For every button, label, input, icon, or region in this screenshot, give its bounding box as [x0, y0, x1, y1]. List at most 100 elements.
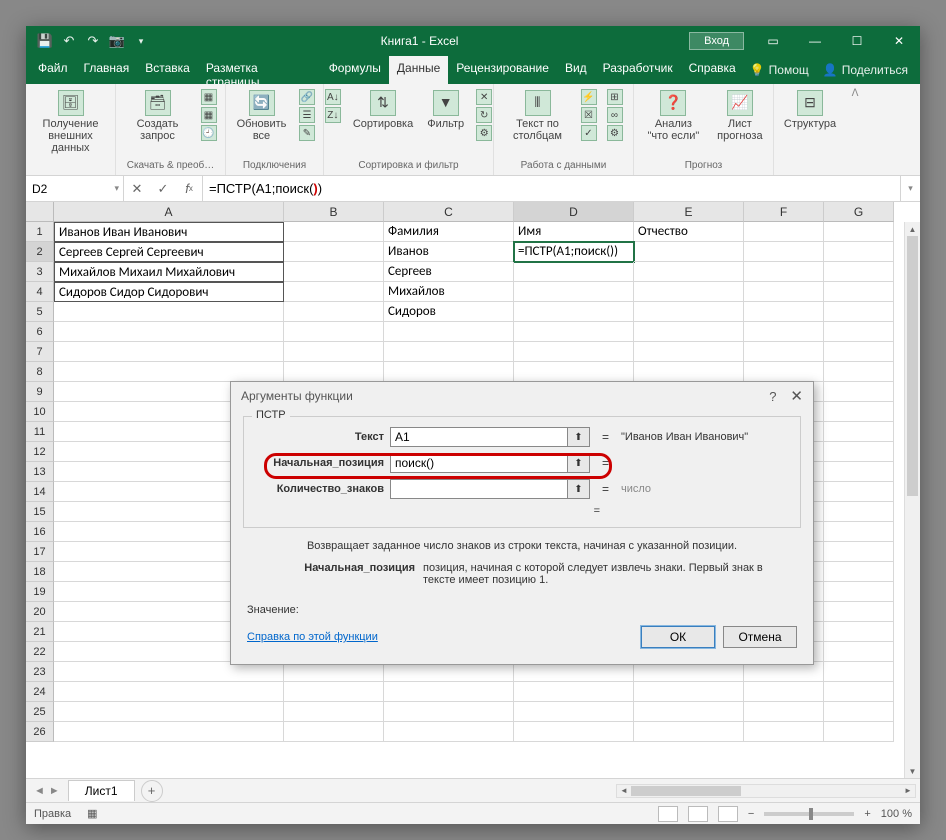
row-header[interactable]: 10 — [26, 402, 54, 422]
tab-data[interactable]: Данные — [389, 56, 448, 84]
row-header[interactable]: 14 — [26, 482, 54, 502]
redo-icon[interactable]: ↷ — [84, 32, 102, 50]
arg1-input[interactable] — [390, 427, 568, 447]
scroll-right-icon[interactable]: ► — [901, 785, 915, 797]
qat-dropdown-icon[interactable]: ▾ — [132, 32, 150, 50]
cell[interactable] — [824, 542, 894, 562]
row-header[interactable]: 9 — [26, 382, 54, 402]
cell[interactable] — [634, 702, 744, 722]
validation-button[interactable]: ✓ — [579, 124, 599, 142]
cell[interactable]: Михайлов Михаил Михайлович — [54, 262, 284, 282]
share-button[interactable]: 👤Поделиться — [815, 56, 916, 84]
column-header[interactable]: A — [54, 202, 284, 222]
sort-az-button[interactable]: A↓ — [323, 88, 343, 106]
cell[interactable] — [634, 342, 744, 362]
row-header[interactable]: 3 — [26, 262, 54, 282]
cell[interactable] — [284, 722, 384, 742]
tab-view[interactable]: Вид — [557, 56, 595, 84]
row-header[interactable]: 23 — [26, 662, 54, 682]
normal-view-button[interactable] — [658, 806, 678, 822]
row-header[interactable]: 4 — [26, 282, 54, 302]
row-header[interactable]: 11 — [26, 422, 54, 442]
cell[interactable] — [744, 322, 824, 342]
arg1-ref-button[interactable]: ⬆ — [568, 427, 590, 447]
cell[interactable] — [284, 262, 384, 282]
consolidate-button[interactable]: ⊞ — [605, 88, 625, 106]
row-header[interactable]: 20 — [26, 602, 54, 622]
row-header[interactable]: 1 — [26, 222, 54, 242]
row-header[interactable]: 16 — [26, 522, 54, 542]
cell[interactable] — [54, 722, 284, 742]
cell[interactable] — [384, 342, 514, 362]
cell[interactable] — [744, 362, 824, 382]
cell[interactable] — [824, 442, 894, 462]
cell[interactable] — [824, 702, 894, 722]
tab-home[interactable]: Главная — [76, 56, 138, 84]
reapply-button[interactable]: ↻ — [474, 106, 494, 124]
what-if-button[interactable]: ❓Анализ "что если" — [640, 88, 707, 144]
column-header[interactable]: C — [384, 202, 514, 222]
cell[interactable]: Иванов Иван Иванович — [54, 222, 284, 242]
cell[interactable] — [824, 682, 894, 702]
column-header[interactable]: B — [284, 202, 384, 222]
cell[interactable] — [54, 682, 284, 702]
cell[interactable] — [384, 722, 514, 742]
row-header[interactable]: 5 — [26, 302, 54, 322]
cell[interactable] — [824, 462, 894, 482]
cell[interactable] — [284, 682, 384, 702]
cell[interactable] — [284, 342, 384, 362]
cell[interactable]: =ПСТР(A1;поиск()) — [514, 242, 634, 262]
save-icon[interactable]: 💾 — [36, 32, 54, 50]
remove-dup-button[interactable]: ☒ — [579, 106, 599, 124]
row-header[interactable]: 7 — [26, 342, 54, 362]
cell[interactable] — [824, 482, 894, 502]
cell[interactable] — [514, 702, 634, 722]
minimize-button[interactable]: — — [794, 26, 836, 56]
cell[interactable] — [744, 302, 824, 322]
cell[interactable] — [284, 222, 384, 242]
cancel-button[interactable]: Отмена — [723, 626, 797, 648]
macro-record-icon[interactable]: ▦ — [87, 807, 97, 820]
cell[interactable] — [744, 682, 824, 702]
cell[interactable]: Сергеев — [384, 262, 514, 282]
add-sheet-button[interactable]: + — [141, 780, 163, 802]
forecast-button[interactable]: 📈Лист прогноза — [713, 88, 767, 144]
cell[interactable]: Иванов — [384, 242, 514, 262]
sort-za-button[interactable]: Z↓ — [323, 106, 343, 124]
fx-button[interactable]: fx — [176, 181, 202, 196]
column-header[interactable]: D — [514, 202, 634, 222]
clear-filter-button[interactable]: ✕ — [474, 88, 494, 106]
tab-layout[interactable]: Разметка страницы — [198, 56, 321, 84]
cell[interactable] — [744, 282, 824, 302]
zoom-slider[interactable] — [764, 812, 854, 816]
row-header[interactable]: 8 — [26, 362, 54, 382]
column-header[interactable]: E — [634, 202, 744, 222]
row-header[interactable]: 2 — [26, 242, 54, 262]
cell[interactable] — [634, 662, 744, 682]
cell[interactable] — [284, 662, 384, 682]
tell-me[interactable]: 💡Помощ — [744, 56, 815, 84]
cell[interactable] — [824, 282, 894, 302]
arg2-ref-button[interactable]: ⬆ — [568, 453, 590, 473]
column-header[interactable]: G — [824, 202, 894, 222]
tab-developer[interactable]: Разработчик — [595, 56, 681, 84]
cell[interactable] — [634, 242, 744, 262]
cell[interactable] — [284, 282, 384, 302]
cell[interactable] — [824, 502, 894, 522]
refresh-all-button[interactable]: 🔄Обновить все — [232, 88, 291, 144]
cell[interactable] — [634, 682, 744, 702]
cell[interactable] — [284, 322, 384, 342]
cell[interactable] — [824, 642, 894, 662]
cell[interactable] — [824, 722, 894, 742]
cell[interactable] — [384, 322, 514, 342]
outline-button[interactable]: ⊟Структура — [780, 88, 840, 132]
cell[interactable]: Имя — [514, 222, 634, 242]
zoom-level[interactable]: 100 % — [881, 808, 912, 820]
cell[interactable] — [54, 302, 284, 322]
tab-insert[interactable]: Вставка — [137, 56, 198, 84]
cell[interactable] — [634, 262, 744, 282]
cell[interactable]: Сергеев Сергей Сергеевич — [54, 242, 284, 262]
page-layout-button[interactable] — [688, 806, 708, 822]
filter-button[interactable]: ▼Фильтр — [423, 88, 468, 132]
cell[interactable] — [634, 282, 744, 302]
